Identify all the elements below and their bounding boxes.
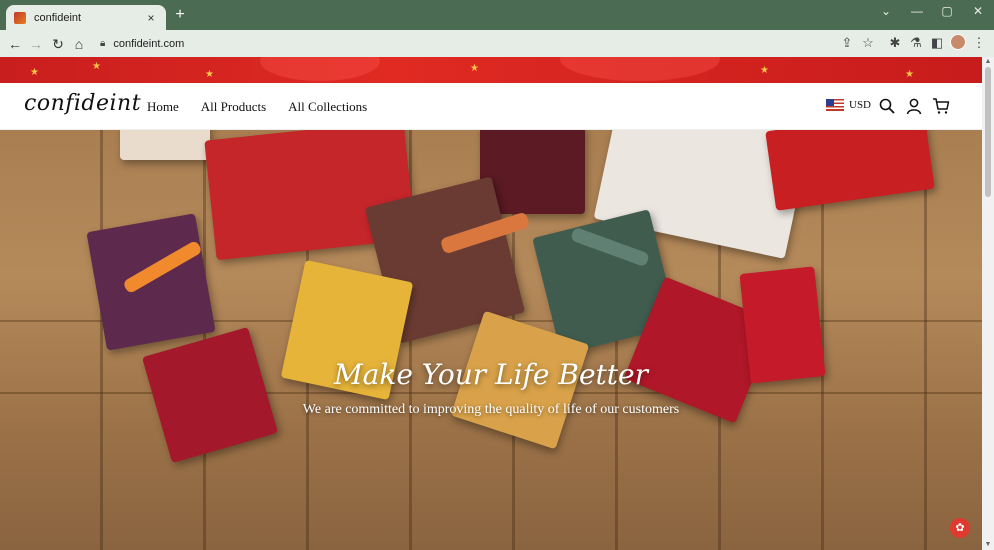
reload-icon[interactable]: ↻ — [49, 35, 67, 53]
site-logo[interactable]: confideint — [24, 91, 141, 116]
forward-arrow-icon[interactable]: → — [27, 35, 45, 53]
minimize-icon[interactable]: — — [907, 4, 927, 18]
address-bar[interactable]: 🔒︎ confideint.com — [94, 33, 884, 54]
side-panel-icon[interactable]: ◧ — [928, 35, 946, 51]
search-icon[interactable] — [878, 97, 896, 115]
site-header: confideint Home All Products All Collect… — [0, 83, 982, 130]
nav-all-products[interactable]: All Products — [201, 99, 266, 115]
back-arrow-icon[interactable]: ← — [6, 35, 24, 53]
web-page: ★ ★ ★ ★ ★ ★ confideint Home All Products… — [0, 57, 994, 550]
nav-home[interactable]: Home — [147, 99, 179, 115]
browser-toolbar: ← → ↻ ⌂ 🔒︎ confideint.com ⇪ ☆ ✱ ⚗ ◧ ⋮ — [0, 30, 994, 57]
scroll-up-icon[interactable]: ▲ — [982, 57, 994, 67]
us-flag-icon — [826, 99, 844, 111]
tab-search-chevron-icon[interactable]: ⌄ — [876, 4, 896, 18]
chat-support-icon[interactable]: ✿ — [950, 518, 970, 538]
star-icon: ★ — [905, 69, 914, 80]
browser-tab[interactable]: confideint × — [6, 5, 166, 30]
extensions-icon[interactable]: ✱ — [886, 35, 904, 51]
page-scrollbar[interactable]: ▲ ▼ — [982, 57, 994, 550]
hero-banner: Make Your Life Better We are committed t… — [0, 130, 982, 550]
hero-subtitle: We are committed to improving the qualit… — [302, 402, 680, 417]
browser-tab-strip: confideint × + ⌄ — ▢ ✕ — [0, 0, 994, 30]
share-icon[interactable]: ⇪ — [838, 35, 856, 51]
home-icon[interactable]: ⌂ — [70, 35, 88, 53]
hero-title: Make Your Life Better — [333, 358, 648, 391]
banner-decoration — [260, 57, 380, 81]
red-shopping-bag-image — [765, 130, 935, 211]
currency-selector[interactable]: USD — [826, 99, 871, 111]
promo-banner: ★ ★ ★ ★ ★ ★ — [0, 57, 982, 83]
gift-bag-image — [120, 130, 210, 160]
star-icon: ★ — [470, 63, 479, 74]
site-favicon-icon — [14, 11, 26, 24]
url-text: confideint.com — [113, 37, 185, 50]
bookmark-star-icon[interactable]: ☆ — [859, 35, 877, 51]
scroll-down-icon[interactable]: ▼ — [982, 540, 994, 550]
profile-avatar[interactable] — [950, 34, 966, 50]
main-nav: Home All Products All Collections — [147, 99, 367, 115]
maximize-icon[interactable]: ▢ — [937, 4, 957, 18]
purple-gift-box-image — [86, 213, 216, 351]
labs-flask-icon[interactable]: ⚗ — [907, 35, 925, 51]
banner-decoration — [560, 57, 720, 81]
star-icon: ★ — [760, 65, 769, 76]
star-icon: ★ — [30, 67, 39, 78]
cart-icon[interactable] — [932, 97, 950, 115]
star-icon: ★ — [92, 61, 101, 72]
close-tab-icon[interactable]: × — [144, 11, 158, 25]
browser-menu-icon[interactable]: ⋮ — [970, 35, 988, 51]
new-tab-icon[interactable]: + — [172, 7, 188, 23]
red-ring-box-image — [141, 326, 279, 464]
account-icon[interactable] — [905, 97, 923, 115]
currency-code: USD — [849, 99, 872, 111]
star-icon: ★ — [205, 69, 214, 80]
nav-all-collections[interactable]: All Collections — [288, 99, 367, 115]
lock-icon[interactable]: 🔒︎ — [100, 38, 105, 49]
tab-title: confideint — [34, 11, 82, 24]
close-window-icon[interactable]: ✕ — [968, 4, 988, 18]
scroll-thumb[interactable] — [985, 67, 991, 197]
